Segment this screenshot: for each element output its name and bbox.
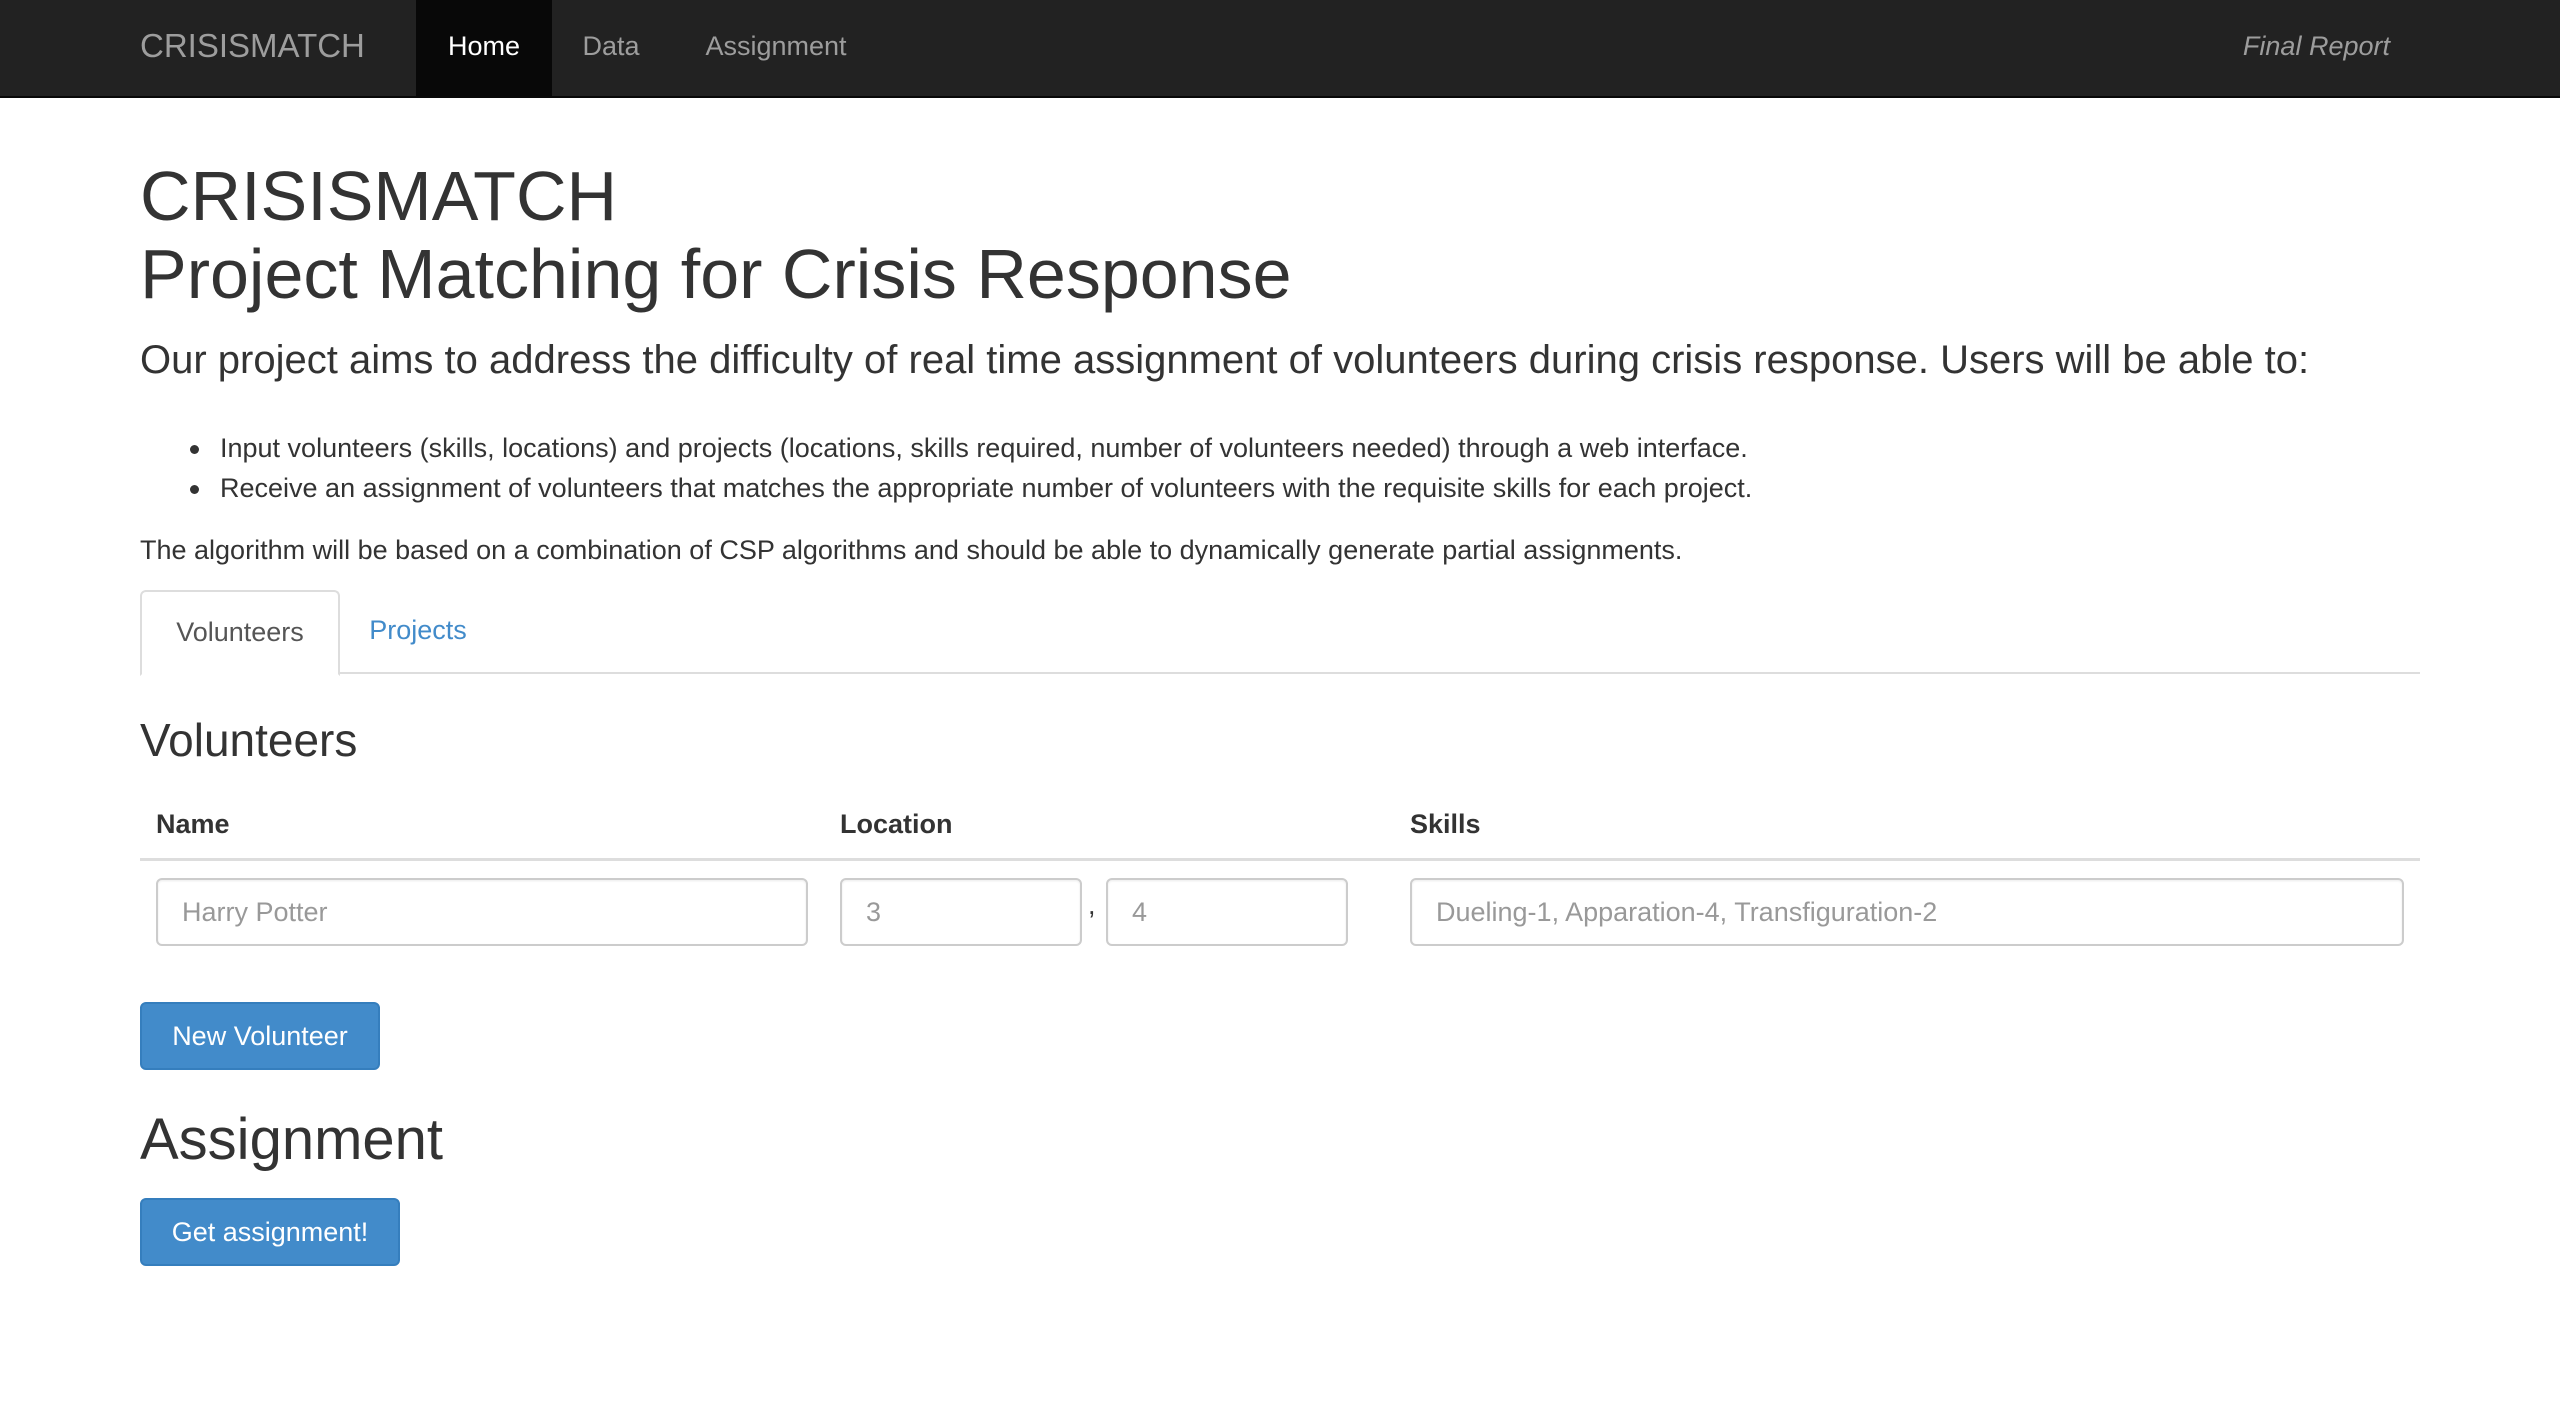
page-title: CRISISMATCH (140, 157, 618, 235)
assignment-heading: Assignment (140, 1107, 444, 1172)
location-separator: , (1088, 890, 1096, 920)
navbar: CRISISMATCH Home Data Assignment Final R… (0, 0, 2560, 98)
new-volunteer-button[interactable]: New Volunteer (140, 1002, 380, 1070)
column-header-skills: Skills (1410, 809, 1481, 839)
volunteers-heading: Volunteers (140, 714, 358, 766)
skills-input[interactable] (1410, 878, 2404, 946)
table-header-divider (140, 858, 2420, 861)
page-subtitle: Project Matching for Crisis Response (140, 235, 1292, 313)
tab-projects[interactable]: Projects (348, 590, 488, 674)
feature-list: Input volunteers (skills, locations) and… (140, 428, 1752, 508)
location-y-input[interactable] (1106, 878, 1348, 946)
volunteer-name-input[interactable] (156, 878, 808, 946)
description-paragraph: The algorithm will be based on a combina… (140, 535, 1683, 565)
lead-text: Our project aims to address the difficul… (140, 338, 2310, 382)
location-x-input[interactable] (840, 878, 1082, 946)
nav-item-home[interactable]: Home (416, 0, 552, 96)
column-header-name: Name (156, 809, 230, 839)
tab-volunteers[interactable]: Volunteers (140, 590, 340, 676)
nav-item-data[interactable]: Data (552, 0, 670, 96)
get-assignment-button[interactable]: Get assignment! (140, 1198, 400, 1266)
nav-item-assignment[interactable]: Assignment (670, 0, 882, 96)
tab-bar: Volunteers Projects (140, 590, 2420, 676)
list-item: Receive an assignment of volunteers that… (140, 468, 1752, 508)
nav-item-final-report[interactable]: Final Report (2243, 0, 2390, 96)
list-item: Input volunteers (skills, locations) and… (140, 428, 1752, 468)
brand-link[interactable]: CRISISMATCH (140, 0, 365, 96)
column-header-location: Location (840, 809, 953, 839)
